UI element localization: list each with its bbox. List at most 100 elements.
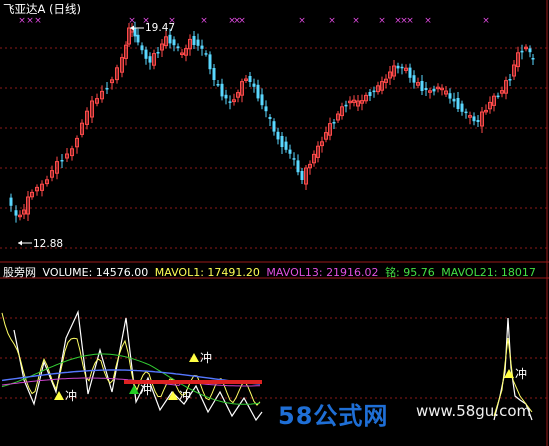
signal-x-marker: × — [424, 16, 432, 26]
mavol21-label: MAVOL21: — [441, 266, 498, 279]
candle-body-down — [452, 98, 456, 102]
mavol21-value: 18017 — [500, 266, 536, 279]
mavol21-readout: MAVOL21: 18017 — [441, 266, 536, 279]
candle-body-down — [496, 95, 500, 98]
candle-body-down — [400, 66, 404, 69]
candle-body-down — [528, 48, 532, 53]
candle-body-down — [212, 68, 216, 80]
volume-value: 14576.00 — [95, 266, 149, 279]
candle-body-down — [420, 81, 424, 91]
candle-body-down — [256, 84, 260, 99]
candle-body-down — [276, 131, 280, 140]
ming-value: 95.76 — [403, 266, 435, 279]
candle-body-down — [472, 116, 476, 122]
candle-body-down — [520, 50, 524, 53]
candle-body-down — [252, 83, 256, 87]
signal-x-marker: × — [34, 16, 42, 26]
ming-readout: 铭: 95.76 — [385, 266, 438, 279]
low-price-label: 12.88 — [33, 238, 63, 250]
candle-body-down — [228, 101, 232, 103]
candle-body-down — [432, 88, 436, 92]
signal-x-marker: × — [26, 16, 34, 26]
watermark-url: www.58gu.com — [416, 402, 532, 420]
candle-body-down — [476, 120, 480, 122]
candle-body-down — [448, 93, 452, 99]
candle-body-down — [424, 88, 428, 90]
rush-signal-label: 冲 — [65, 388, 77, 403]
candle-body-down — [292, 158, 296, 160]
candle-body-down — [408, 67, 412, 78]
candle-body-down — [344, 104, 348, 107]
indicator-name: 股旁网 — [3, 266, 36, 279]
candle-body-down — [264, 106, 268, 112]
candle-body-down — [460, 103, 464, 112]
candle-body-down — [105, 88, 109, 90]
mavol13-label: MAVOL13: — [266, 266, 323, 279]
candle-body-down — [176, 46, 180, 49]
watermark-brand: 58公式网 — [278, 402, 389, 430]
chart-canvas: 19.4712.88× × × × × × × ××× × × × × ××× × ×冲冲冲冲冲 — [0, 0, 549, 446]
volume-line — [13, 309, 263, 422]
mavol13-value: 21916.02 — [326, 266, 379, 279]
candle-body-down — [412, 75, 416, 83]
signal-x-marker: × — [142, 16, 150, 26]
chart-title: 飞亚达A (日线) — [3, 2, 81, 16]
indicator-statusbar: 股旁网 VOLUME: 14576.00 MAVOL1: 17491.20 MA… — [3, 264, 539, 280]
candle-body-down — [148, 56, 152, 63]
volume-readout: VOLUME: 14576.00 — [43, 266, 152, 279]
candle-body-down — [9, 197, 13, 206]
candle-body-down — [168, 34, 172, 44]
candle-body-down — [144, 49, 148, 59]
candle-body-down — [140, 45, 144, 51]
rush-signal-label: 冲 — [179, 388, 191, 403]
candle-body-down — [332, 122, 336, 124]
signal-x-marker: × — [168, 16, 176, 26]
candle-body-down — [192, 36, 196, 45]
low-pointer-arrow — [18, 240, 22, 246]
candle-body-down — [296, 160, 300, 173]
chart-window: 19.47 12.88 × × × × × × × × × × × × × × × × × × × 冲冲冲冲冲 飞亚达A … — [0, 0, 549, 446]
candle-body-down — [456, 98, 460, 109]
candle-body-down — [372, 90, 376, 93]
candle-body-down — [280, 136, 284, 147]
rush-signal-green-label: 冲 — [140, 382, 152, 397]
candle-body-down — [508, 79, 512, 81]
candle-body-down — [268, 117, 272, 119]
candle-body-down — [284, 141, 288, 150]
candle-body-down — [288, 149, 292, 154]
signal-x-marker: × — [482, 16, 490, 26]
signal-x-marker: × — [406, 16, 414, 26]
candle-body-down — [272, 121, 276, 132]
candle-body-down — [156, 52, 160, 54]
candle-body-down — [260, 94, 264, 106]
candle-body-down — [220, 83, 224, 97]
rush-signal-label: 冲 — [200, 350, 212, 365]
candle-body-down — [368, 92, 372, 96]
signal-x-marker: × — [238, 16, 246, 26]
mavol1-readout: MAVOL1: 17491.20 — [155, 266, 264, 279]
candle-body-down — [14, 210, 18, 216]
candle-body-down — [224, 94, 228, 99]
signal-x-marker: × — [200, 16, 208, 26]
candle-body-down — [216, 84, 220, 86]
candle-body-down — [136, 34, 140, 43]
candle-body-down — [196, 39, 200, 46]
mavol1-value: 17491.20 — [207, 266, 260, 279]
signal-x-marker: × — [378, 16, 386, 26]
signal-x-marker: × — [128, 16, 136, 26]
ming-label: 铭: — [385, 266, 400, 279]
candle-body-down — [248, 76, 252, 82]
candle-body-down — [172, 39, 176, 46]
mavol13-readout: MAVOL13: 21916.02 — [266, 266, 382, 279]
candle-body-down — [396, 65, 400, 69]
candle-body-down — [208, 54, 212, 70]
mavol1-label: MAVOL1: — [154, 266, 204, 279]
signal-x-marker: × — [328, 16, 336, 26]
rush-signal-label: 冲 — [515, 366, 527, 381]
signal-x-marker: × — [298, 16, 306, 26]
volume-label: VOLUME: — [42, 266, 93, 279]
signal-x-marker: × — [18, 16, 26, 26]
candle-body-down — [464, 111, 468, 114]
signal-x-marker: × — [352, 16, 360, 26]
candle-body-down — [200, 45, 204, 49]
